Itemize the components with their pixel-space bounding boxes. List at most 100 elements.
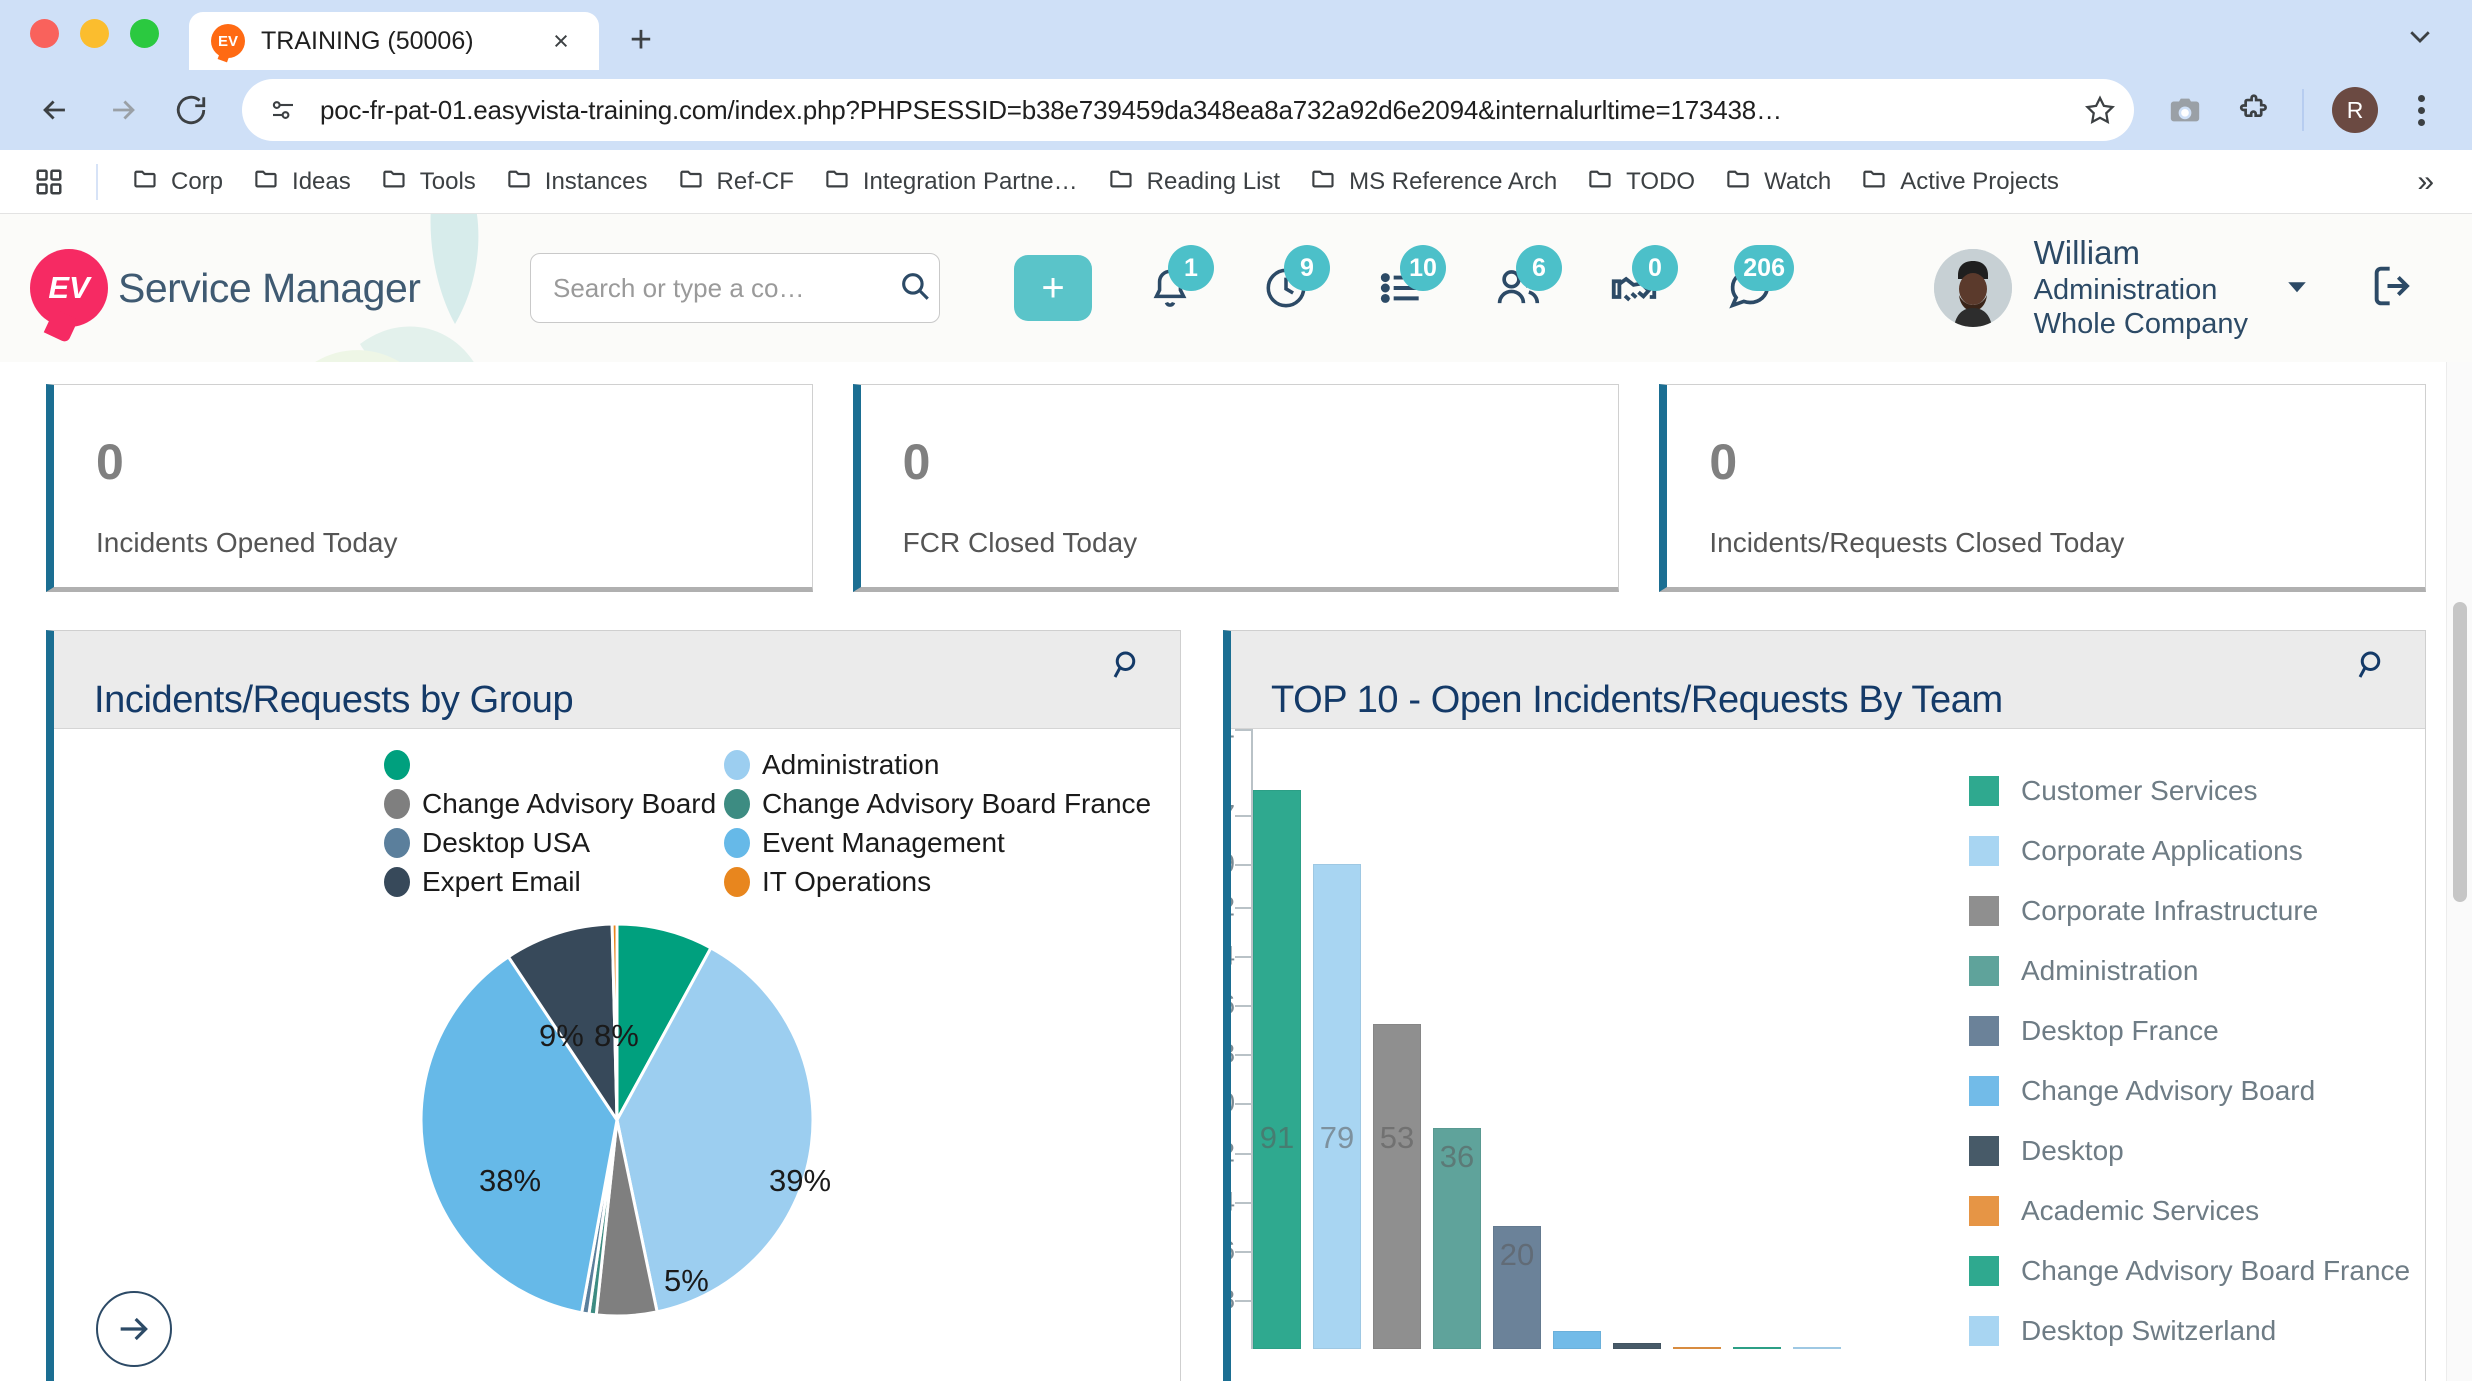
user-role: Administration [2034,273,2248,307]
bookmark-item[interactable]: Reading List [1094,159,1294,205]
folder-icon [824,165,851,199]
history-clock-button[interactable]: 9 [1248,255,1324,321]
pie-legend-item[interactable]: Desktop USA [384,827,724,859]
browser-menu-icon[interactable] [2394,95,2448,126]
bar-legend-item[interactable]: Corporate Applications [1969,821,2410,881]
chevron-down-icon[interactable] [2392,8,2448,64]
pie-legend-item[interactable]: Administration [724,749,1180,781]
bar[interactable]: 91 [1253,790,1301,1349]
pie-legend-item[interactable]: Change Advisory Board France [724,788,1180,820]
legend-color-swatch [1969,1076,1999,1106]
bookmark-item[interactable]: Tools [367,159,490,205]
bar[interactable] [1793,1347,1841,1349]
bookmark-item[interactable]: TODO [1573,159,1709,205]
bar-legend-item[interactable]: Change Advisory Board [1969,1061,2410,1121]
kpi-value: 0 [1709,437,2381,487]
bookmark-star-icon[interactable] [2084,94,2116,126]
messages-chat-button[interactable]: 206 [1712,255,1788,321]
forward-icon[interactable] [92,79,154,141]
bar[interactable]: 36 [1433,1128,1481,1349]
legend-color-dot [724,789,750,819]
bar[interactable] [1553,1331,1601,1349]
bar-value-label: 79 [1320,1120,1354,1156]
bar[interactable] [1673,1347,1721,1349]
bookmark-label: TODO [1626,168,1695,196]
kpi-card[interactable]: 0 Incidents Opened Today [46,384,813,592]
bookmarks-overflow-icon[interactable]: » [2401,165,2450,199]
widget-search-icon[interactable] [1106,647,1142,688]
bar-legend-item[interactable]: Desktop [1969,1121,2410,1181]
bar-legend-item[interactable]: Desktop Switzerland [1969,1301,2410,1361]
legend-color-dot [384,750,410,780]
kpi-card[interactable]: 0 Incidents/Requests Closed Today [1659,384,2426,592]
collaboration-handshake-button[interactable]: 0 [1596,255,1672,321]
new-tab-button[interactable]: + [613,12,669,68]
bar-legend-item[interactable]: Academic Services [1969,1181,2410,1241]
pie-chart[interactable] [417,920,817,1320]
app-scrollbar-thumb[interactable] [2453,602,2467,902]
search-input[interactable] [553,273,888,304]
pie-legend-item[interactable]: IT Operations [724,866,1180,898]
bookmark-item[interactable]: Ref-CF [664,159,808,205]
bookmark-item[interactable]: MS Reference Arch [1296,159,1571,205]
site-settings-icon[interactable] [268,95,298,125]
legend-color-dot [384,867,410,897]
bookmark-item[interactable]: Integration Partne… [810,159,1092,205]
tasks-list-button[interactable]: 10 [1364,255,1440,321]
pie-legend-item[interactable]: Expert Email [384,866,724,898]
bookmark-item[interactable]: Corp [118,159,237,205]
global-search[interactable] [530,253,940,323]
pie-legend-item[interactable]: Event Management [724,827,1180,859]
bookmark-item[interactable]: Instances [492,159,662,205]
widget-search-icon[interactable] [2351,647,2387,688]
extensions-puzzle-icon[interactable] [2222,79,2284,141]
search-icon[interactable] [898,269,932,308]
close-window-button[interactable] [30,19,59,48]
user-menu-caret-icon[interactable] [2282,271,2312,306]
screenshot-camera-icon[interactable] [2154,79,2216,141]
app-scrollbar[interactable] [2446,362,2472,1381]
bar-legend-item[interactable]: Corporate Infrastructure [1969,881,2410,941]
bar[interactable]: 20 [1493,1226,1541,1349]
bar-legend-item[interactable]: Desktop France [1969,1001,2410,1061]
apps-grid-icon[interactable] [22,155,76,209]
maximize-window-button[interactable] [130,19,159,48]
notifications-bell-button[interactable]: 1 [1132,255,1208,321]
browser-profile-avatar[interactable]: R [2332,87,2378,133]
back-icon[interactable] [24,79,86,141]
bookmark-item[interactable]: Ideas [239,159,365,205]
pie-legend-item[interactable] [384,749,724,781]
bar-legend-item[interactable]: Change Advisory Board France [1969,1241,2410,1301]
y-axis-tick-mark [1235,956,1251,958]
minimize-window-button[interactable] [80,19,109,48]
y-axis-tick-mark [1235,864,1251,866]
user-info: William Administration Whole Company [2034,234,2248,341]
bar[interactable] [1733,1347,1781,1349]
bar[interactable]: 79 [1313,864,1361,1349]
close-tab-icon[interactable]: × [539,19,583,63]
bar[interactable] [1613,1343,1661,1349]
browser-tab[interactable]: EV TRAINING (50006) × [189,12,599,70]
bar-chart-plot[interactable]: 8162432404856647279871019179533620 [1251,729,1891,1349]
create-new-button[interactable]: + [1014,255,1092,321]
next-page-button[interactable] [96,1291,172,1367]
address-bar[interactable]: poc-fr-pat-01.easyvista-training.com/ind… [242,79,2134,141]
app-logo[interactable]: EV Service Manager [30,249,530,327]
kpi-card[interactable]: 0 FCR Closed Today [853,384,1620,592]
pie-legend-label: Change Advisory Board [422,788,716,820]
logout-icon[interactable] [2368,260,2420,317]
bookmark-item[interactable]: Watch [1711,159,1845,205]
legend-color-dot [724,828,750,858]
pie-legend-item[interactable]: Change Advisory Board [384,788,724,820]
bar-legend-item[interactable]: Administration [1969,941,2410,1001]
reload-icon[interactable] [160,79,222,141]
bookmark-item[interactable]: Active Projects [1847,159,2073,205]
avatar[interactable] [1934,249,2012,327]
kpi-label: Incidents/Requests Closed Today [1709,527,2381,559]
bar[interactable]: 53 [1373,1024,1421,1349]
user-menu[interactable]: William Administration Whole Company [1934,234,2442,341]
bar-legend-item[interactable]: Customer Services [1969,761,2410,821]
legend-color-swatch [1969,1256,1999,1286]
groups-people-button[interactable]: 6 [1480,255,1556,321]
legend-color-swatch [1969,1196,1999,1226]
